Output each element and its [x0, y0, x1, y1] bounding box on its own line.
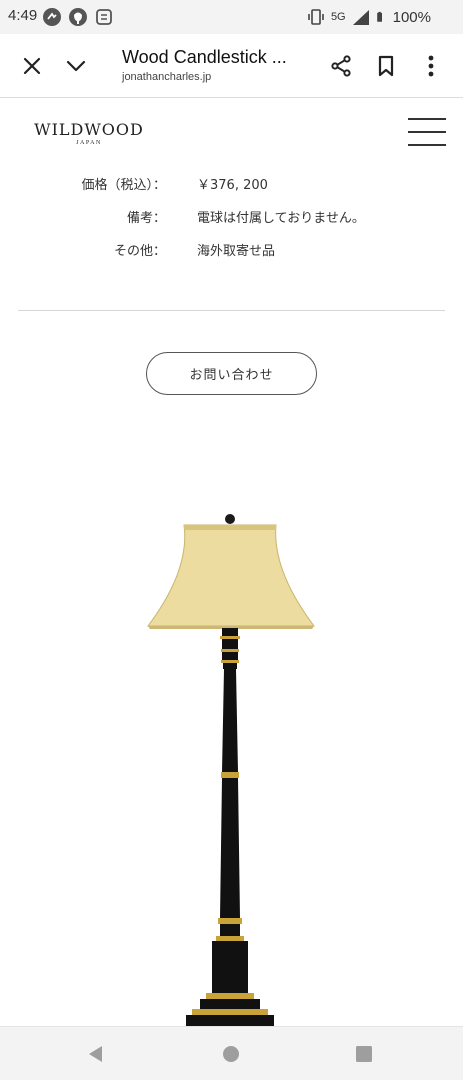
- battery-percent: 100%: [392, 8, 431, 26]
- more-options-button[interactable]: [413, 48, 449, 84]
- status-time: 4:49: [8, 7, 38, 24]
- spec-label: 価格（税込）：: [81, 178, 166, 193]
- recents-icon[interactable]: [353, 1043, 375, 1065]
- floor-lamp-image: [147, 514, 315, 1030]
- expand-button[interactable]: [58, 48, 94, 84]
- section-divider: [18, 310, 445, 311]
- vibrate-icon: [308, 9, 324, 25]
- battery-icon: [376, 11, 382, 22]
- page-url: jonathancharles.jp: [122, 71, 212, 83]
- more-vert-icon: [428, 55, 434, 77]
- spec-label: その他：: [113, 244, 166, 259]
- page-title: Wood Candlestick ...: [122, 47, 287, 67]
- home-icon[interactable]: [220, 1043, 242, 1065]
- share-button[interactable]: [323, 48, 359, 84]
- system-nav-bar: [0, 1026, 463, 1080]
- close-icon: [23, 57, 41, 75]
- bookmark-icon: [378, 55, 394, 77]
- share-icon: [331, 55, 351, 77]
- status-bar: 4:49 5G 100%: [0, 0, 463, 34]
- chevron-down-icon: [66, 60, 86, 72]
- status-icons-left: [42, 7, 114, 27]
- logo-wordmark: WILDWOOD: [34, 120, 144, 139]
- hamburger-menu-icon[interactable]: [408, 118, 446, 148]
- signal-icon: [352, 10, 369, 25]
- close-button[interactable]: [14, 48, 50, 84]
- logo-subtitle: JAPAN: [76, 140, 102, 146]
- network-type: 5G: [330, 11, 346, 23]
- notification-icon: [43, 8, 61, 26]
- contact-button[interactable]: お問い合わせ: [146, 352, 317, 395]
- status-icons-right: 5G 100%: [306, 7, 431, 27]
- spec-row-other: その他： 海外取寄せ品: [0, 240, 463, 260]
- browser-toolbar: Wood Candlestick ... jonathancharles.jp: [0, 34, 463, 98]
- site-logo[interactable]: WILDWOOD JAPAN: [30, 120, 148, 146]
- app-icon: [96, 9, 112, 25]
- github-icon: [69, 8, 87, 26]
- bookmark-button[interactable]: [368, 48, 404, 84]
- spec-value: ￥376, 200: [197, 178, 268, 193]
- spec-row-price: 価格（税込）： ￥376, 200: [0, 174, 463, 194]
- spec-value: 海外取寄せ品: [197, 244, 276, 259]
- back-icon[interactable]: [85, 1043, 107, 1065]
- spec-row-notes: 備考： 電球は付属しておりません。: [0, 207, 463, 227]
- spec-label: 備考：: [126, 211, 166, 226]
- spec-value: 電球は付属しておりません。: [197, 211, 365, 226]
